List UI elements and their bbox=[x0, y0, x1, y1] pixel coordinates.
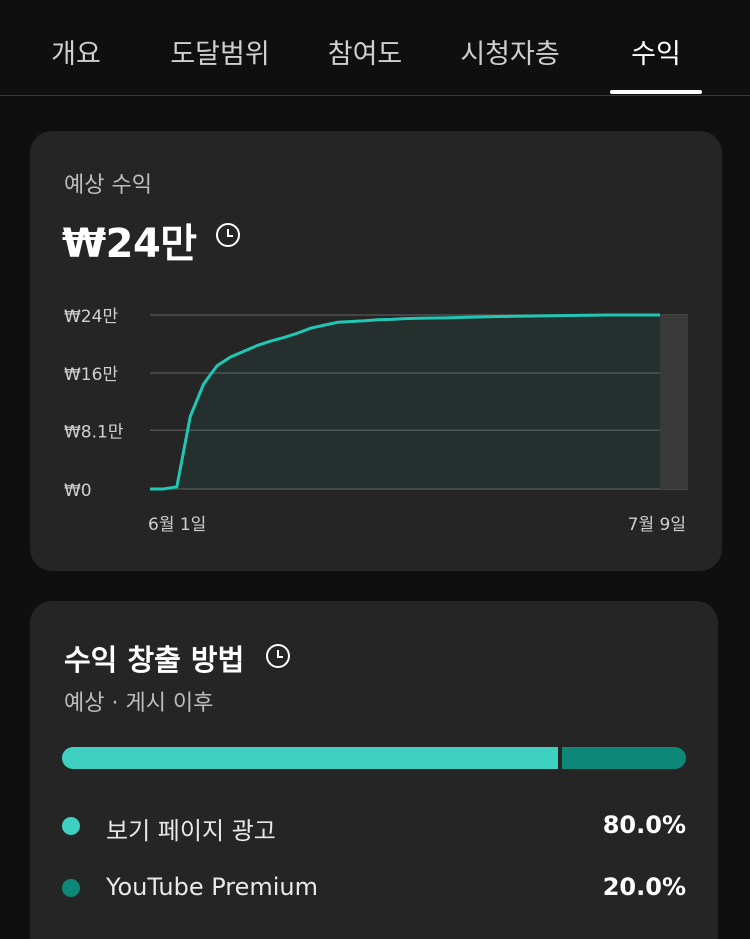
legend-value: 80.0% bbox=[602, 811, 686, 839]
legend-dot bbox=[62, 879, 80, 897]
x-tick-label: 7월 9일 bbox=[628, 515, 686, 535]
tab-revenue[interactable]: 수익 bbox=[631, 32, 681, 71]
active-tab-indicator bbox=[610, 90, 702, 94]
y-tick-label: ₩0 bbox=[64, 481, 92, 501]
y-tick-label: ₩8.1만 bbox=[64, 422, 124, 442]
x-tick-label: 6월 1일 bbox=[148, 515, 206, 535]
legend-item-premium: YouTube Premium 20.0% bbox=[62, 873, 686, 903]
tab-engagement[interactable]: 참여도 bbox=[328, 32, 403, 71]
revenue-chart[interactable]: ₩0 ₩8.1만 ₩16만 ₩24만 6월 1일 7월 9일 bbox=[30, 131, 722, 571]
legend-label: YouTube Premium bbox=[106, 873, 319, 901]
pending-period-band bbox=[660, 315, 688, 489]
split-segment-ads bbox=[62, 747, 558, 769]
y-tick-label: ₩24만 bbox=[64, 307, 118, 327]
monetization-subtitle: 예상 · 게시 이후 bbox=[64, 691, 214, 716]
tab-overview[interactable]: 개요 bbox=[51, 32, 101, 71]
monetization-title: 수익 창출 방법 bbox=[64, 643, 245, 677]
legend-value: 20.0% bbox=[602, 873, 686, 901]
estimated-revenue-card[interactable]: 예상 수익 ₩24만 ₩0 ₩8.1만 ₩16만 ₩24만 6월 1일 7월 9일 bbox=[30, 131, 722, 571]
legend-label: 보기 페이지 광고 bbox=[106, 817, 276, 845]
legend-item-ads: 보기 페이지 광고 80.0% bbox=[62, 811, 686, 845]
monetization-card[interactable]: 수익 창출 방법 예상 · 게시 이후 보기 페이지 광고 80.0% YouT… bbox=[30, 601, 718, 939]
tab-bar: 개요 도달범위 참여도 시청자층 수익 bbox=[0, 0, 750, 96]
split-segment-premium bbox=[562, 747, 686, 769]
revenue-split-bar bbox=[62, 747, 686, 769]
area-fill bbox=[150, 315, 660, 489]
y-tick-label: ₩16만 bbox=[64, 365, 118, 385]
clock-icon[interactable] bbox=[266, 644, 290, 668]
tab-audience[interactable]: 시청자층 bbox=[460, 32, 559, 71]
legend-dot bbox=[62, 817, 80, 835]
tab-reach[interactable]: 도달범위 bbox=[170, 32, 269, 71]
